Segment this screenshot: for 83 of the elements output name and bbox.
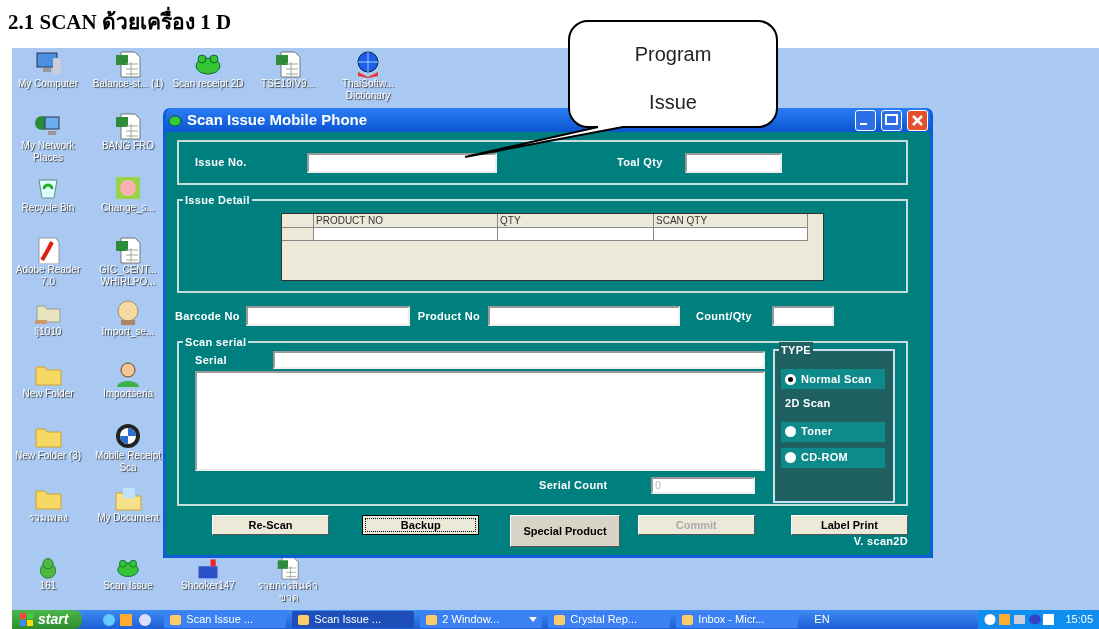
- window-icon: [553, 613, 567, 626]
- spreadsheet-icon[interactable]: [273, 50, 303, 78]
- icon-label[interactable]: Recycle Bin: [21, 202, 75, 214]
- close-button[interactable]: [907, 109, 928, 131]
- icon-label[interactable]: My Network Places: [12, 140, 84, 164]
- icon-label[interactable]: รายการสินค้า ขาด: [252, 580, 324, 604]
- tray-icons[interactable]: [984, 613, 1055, 626]
- taskbar-button[interactable]: Scan Issue ...: [292, 611, 415, 628]
- field-label: Product No: [417, 308, 481, 324]
- maximize-button[interactable]: [881, 109, 902, 131]
- barcode-field[interactable]: [245, 306, 410, 326]
- radio-option[interactable]: Normal Scan: [781, 369, 885, 389]
- taskbar-button[interactable]: Inbox - Micr...: [676, 611, 799, 628]
- field-label: Issue No.: [195, 155, 248, 171]
- window-title: Scan Issue Mobile Phone: [187, 109, 368, 130]
- icon-label[interactable]: GIC_CENT... WHIRLPO...: [92, 264, 164, 288]
- taskbar-button[interactable]: 2 Window...: [420, 611, 543, 628]
- icon-label[interactable]: New Folder (3): [14, 450, 82, 462]
- window-icon: [297, 613, 311, 626]
- close-icon: [911, 114, 924, 127]
- radio-label: Toner: [801, 424, 833, 440]
- icon-label[interactable]: Scan receipt 2D: [172, 78, 244, 90]
- version-label: V. scan2D: [853, 533, 908, 549]
- field-label: Count/Qty: [696, 308, 752, 324]
- icon-label[interactable]: Balance-st... (1): [92, 78, 164, 90]
- field-label: Serial Count: [539, 478, 609, 494]
- icon-label[interactable]: My Computer: [18, 78, 78, 90]
- radio-option[interactable]: Toner: [781, 421, 885, 442]
- icon-label[interactable]: Importseria: [103, 388, 153, 400]
- radio-button[interactable]: [785, 426, 796, 437]
- action-button[interactable]: Special Product: [510, 515, 620, 547]
- callout-text-line: Issue: [648, 90, 698, 115]
- serial-list-field[interactable]: [195, 371, 765, 471]
- window-icon: [425, 613, 439, 626]
- icon-label[interactable]: Scan Issue: [103, 580, 153, 592]
- radio-label: Normal Scan: [801, 371, 872, 387]
- disc-icon[interactable]: [113, 422, 143, 450]
- spreadsheet-icon[interactable]: [113, 50, 143, 78]
- icon-label[interactable]: รวมเพลง: [28, 512, 68, 524]
- product-number-field[interactable]: [488, 306, 681, 326]
- field-label: Toal Qty: [617, 155, 663, 171]
- taskbar-button[interactable]: Scan Issue ...: [164, 611, 287, 628]
- radio-label: CD-ROM: [801, 450, 848, 466]
- spreadsheet-icon[interactable]: [113, 112, 143, 140]
- window-icon: [169, 613, 183, 626]
- minimize-icon: [860, 123, 867, 125]
- action-button[interactable]: Backup: [362, 515, 480, 535]
- count-field[interactable]: [771, 306, 834, 326]
- icon-label[interactable]: New Folder: [22, 388, 74, 400]
- icon-label[interactable]: Mobile Receipt Sca: [92, 450, 164, 474]
- spreadsheet-icon[interactable]: [113, 236, 143, 264]
- maximize-icon: [885, 114, 898, 125]
- data-grid[interactable]: PRODUCT NO QTY SCAN QTY: [281, 213, 824, 281]
- icon-label[interactable]: lj1010: [34, 326, 62, 338]
- field-label: Barcode No: [175, 308, 240, 324]
- icon-label[interactable]: Shooker147: [181, 580, 235, 592]
- action-button[interactable]: Label Print: [790, 515, 908, 535]
- start-button[interactable]: start: [12, 610, 83, 629]
- icon-label[interactable]: BANG FRO: [101, 140, 155, 152]
- field-label: Serial: [195, 352, 228, 368]
- serial-count-field: 0: [651, 477, 755, 494]
- icon-label[interactable]: 161: [39, 580, 57, 592]
- radio-button[interactable]: [785, 373, 796, 385]
- action-button[interactable]: Re-Scan: [212, 515, 330, 535]
- icon-label[interactable]: Change_s...: [101, 202, 155, 214]
- clock: 15:05: [1065, 612, 1093, 628]
- radio-option[interactable]: CD-ROM: [781, 447, 885, 468]
- column-header: [282, 214, 314, 228]
- minimize-button[interactable]: [855, 109, 876, 131]
- windows-flag-icon: [20, 613, 34, 626]
- icon-label[interactable]: TSE19IV9...: [261, 78, 315, 90]
- serial-field[interactable]: [273, 351, 765, 369]
- icon-label[interactable]: ThaiSoftw... Dictionary: [332, 78, 404, 102]
- option-heading: 2D Scan: [785, 396, 832, 411]
- taskbar-button[interactable]: Crystal Rep...: [548, 611, 671, 628]
- icon-label[interactable]: Import_se...: [101, 326, 155, 338]
- radio-button[interactable]: [785, 452, 796, 463]
- icon-label[interactable]: My Document: [97, 512, 159, 524]
- total-quantity-field[interactable]: [684, 152, 782, 173]
- window-icon: [681, 613, 695, 626]
- icon-label[interactable]: Adobe Reader 7.0: [12, 264, 84, 288]
- language-indicator[interactable]: EN: [814, 611, 830, 628]
- issue-number-field[interactable]: [307, 152, 497, 173]
